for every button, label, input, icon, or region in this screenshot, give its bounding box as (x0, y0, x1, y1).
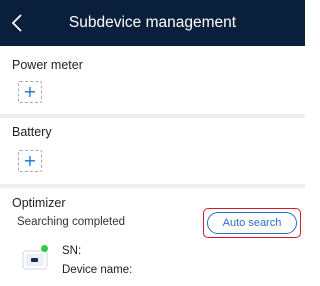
battery-label: Battery (12, 125, 52, 139)
divider (0, 114, 305, 118)
device-name-label: Device name: (62, 264, 133, 276)
power-meter-label: Power meter (12, 58, 83, 72)
page-title: Subdevice management (68, 14, 237, 31)
auto-search-button[interactable]: Auto search (207, 212, 297, 234)
optimizer-label: Optimizer (12, 196, 66, 210)
divider (0, 184, 305, 188)
sn-label: SN: (62, 245, 82, 257)
add-power-meter-button[interactable]: + (18, 81, 42, 103)
add-battery-button[interactable]: + (18, 150, 42, 172)
search-status-text: Searching completed (17, 216, 126, 228)
header-bar: Subdevice management (0, 0, 305, 46)
online-status-dot (41, 245, 48, 252)
